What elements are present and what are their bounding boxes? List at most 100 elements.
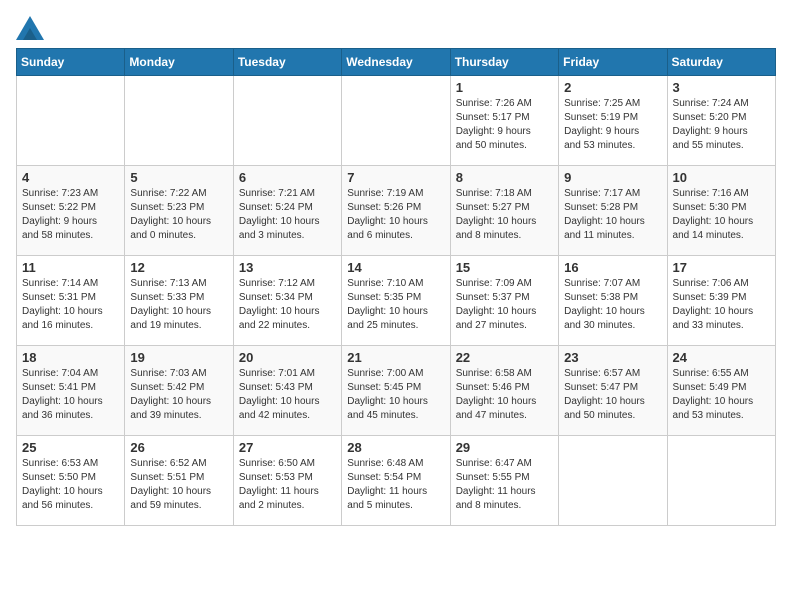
day-info: Sunrise: 7:10 AM Sunset: 5:35 PM Dayligh… xyxy=(347,277,444,333)
calendar-cell: 23 Sunrise: 6:57 AM Sunset: 5:47 PM Dayli… xyxy=(559,346,667,436)
calendar-cell: 8 Sunrise: 7:18 AM Sunset: 5:27 PM Daylig… xyxy=(450,166,558,256)
day-number: 3 xyxy=(673,80,770,95)
day-number: 6 xyxy=(239,170,336,185)
calendar-week-1: 1Sunrise: 7:26 AM Sunset: 5:17 PM Daylig… xyxy=(17,76,776,166)
day-number: 5 xyxy=(130,170,227,185)
calendar-cell xyxy=(342,76,450,166)
day-number: 25 xyxy=(22,440,119,455)
calendar-cell xyxy=(17,76,125,166)
day-info: Sunrise: 6:50 AM Sunset: 5:53 PM Dayligh… xyxy=(239,457,336,513)
calendar-cell: 9 Sunrise: 7:17 AM Sunset: 5:28 PM Daylig… xyxy=(559,166,667,256)
day-number: 24 xyxy=(673,350,770,365)
calendar-cell: 6 Sunrise: 7:21 AM Sunset: 5:24 PM Daylig… xyxy=(233,166,341,256)
calendar-week-4: 18 Sunrise: 7:04 AM Sunset: 5:41 PM Dayli… xyxy=(17,346,776,436)
calendar-cell: 25 Sunrise: 6:53 AM Sunset: 5:50 PM Dayli… xyxy=(17,436,125,526)
calendar-cell: 13 Sunrise: 7:12 AM Sunset: 5:34 PM Dayli… xyxy=(233,256,341,346)
calendar-cell: 20 Sunrise: 7:01 AM Sunset: 5:43 PM Dayli… xyxy=(233,346,341,436)
calendar-week-2: 4 Sunrise: 7:23 AM Sunset: 5:22 PM Daylig… xyxy=(17,166,776,256)
day-number: 27 xyxy=(239,440,336,455)
day-number: 10 xyxy=(673,170,770,185)
calendar-cell: 1Sunrise: 7:26 AM Sunset: 5:17 PM Daylig… xyxy=(450,76,558,166)
calendar-cell: 10 Sunrise: 7:16 AM Sunset: 5:30 PM Dayli… xyxy=(667,166,775,256)
calendar-cell: 7 Sunrise: 7:19 AM Sunset: 5:26 PM Daylig… xyxy=(342,166,450,256)
day-number: 9 xyxy=(564,170,661,185)
day-info: Sunrise: 7:00 AM Sunset: 5:45 PM Dayligh… xyxy=(347,367,444,423)
day-info: Sunrise: 7:03 AM Sunset: 5:42 PM Dayligh… xyxy=(130,367,227,423)
calendar-cell: 19 Sunrise: 7:03 AM Sunset: 5:42 PM Dayli… xyxy=(125,346,233,436)
calendar-cell xyxy=(559,436,667,526)
day-info: Sunrise: 7:06 AM Sunset: 5:39 PM Dayligh… xyxy=(673,277,770,333)
weekday-header-friday: Friday xyxy=(559,49,667,76)
day-number: 13 xyxy=(239,260,336,275)
calendar-cell: 26 Sunrise: 6:52 AM Sunset: 5:51 PM Dayli… xyxy=(125,436,233,526)
weekday-header-saturday: Saturday xyxy=(667,49,775,76)
weekday-header-wednesday: Wednesday xyxy=(342,49,450,76)
calendar-cell xyxy=(233,76,341,166)
day-number: 23 xyxy=(564,350,661,365)
day-info: Sunrise: 7:12 AM Sunset: 5:34 PM Dayligh… xyxy=(239,277,336,333)
calendar-cell: 15 Sunrise: 7:09 AM Sunset: 5:37 PM Dayli… xyxy=(450,256,558,346)
day-info: Sunrise: 7:25 AM Sunset: 5:19 PM Dayligh… xyxy=(564,97,661,153)
day-number: 18 xyxy=(22,350,119,365)
day-info: Sunrise: 6:48 AM Sunset: 5:54 PM Dayligh… xyxy=(347,457,444,513)
day-number: 22 xyxy=(456,350,553,365)
day-info: Sunrise: 7:01 AM Sunset: 5:43 PM Dayligh… xyxy=(239,367,336,423)
day-info: Sunrise: 6:57 AM Sunset: 5:47 PM Dayligh… xyxy=(564,367,661,423)
weekday-header-sunday: Sunday xyxy=(17,49,125,76)
day-number: 16 xyxy=(564,260,661,275)
calendar-cell: 14 Sunrise: 7:10 AM Sunset: 5:35 PM Dayli… xyxy=(342,256,450,346)
day-number: 4 xyxy=(22,170,119,185)
day-info: Sunrise: 7:18 AM Sunset: 5:27 PM Dayligh… xyxy=(456,187,553,243)
day-info: Sunrise: 7:26 AM Sunset: 5:17 PM Dayligh… xyxy=(456,97,553,153)
weekday-header-thursday: Thursday xyxy=(450,49,558,76)
calendar-cell: 16Sunrise: 7:07 AM Sunset: 5:38 PM Dayli… xyxy=(559,256,667,346)
day-info: Sunrise: 7:09 AM Sunset: 5:37 PM Dayligh… xyxy=(456,277,553,333)
day-number: 15 xyxy=(456,260,553,275)
calendar-cell xyxy=(667,436,775,526)
day-info: Sunrise: 7:22 AM Sunset: 5:23 PM Dayligh… xyxy=(130,187,227,243)
calendar-cell: 27 Sunrise: 6:50 AM Sunset: 5:53 PM Dayli… xyxy=(233,436,341,526)
day-number: 12 xyxy=(130,260,227,275)
calendar-week-3: 11 Sunrise: 7:14 AM Sunset: 5:31 PM Dayli… xyxy=(17,256,776,346)
day-info: Sunrise: 6:53 AM Sunset: 5:50 PM Dayligh… xyxy=(22,457,119,513)
calendar-cell: 4 Sunrise: 7:23 AM Sunset: 5:22 PM Daylig… xyxy=(17,166,125,256)
weekday-header-tuesday: Tuesday xyxy=(233,49,341,76)
day-info: Sunrise: 6:55 AM Sunset: 5:49 PM Dayligh… xyxy=(673,367,770,423)
calendar-cell: 18 Sunrise: 7:04 AM Sunset: 5:41 PM Dayli… xyxy=(17,346,125,436)
calendar-cell: 29Sunrise: 6:47 AM Sunset: 5:55 PM Dayli… xyxy=(450,436,558,526)
weekday-header-monday: Monday xyxy=(125,49,233,76)
calendar-cell: 17Sunrise: 7:06 AM Sunset: 5:39 PM Dayli… xyxy=(667,256,775,346)
day-number: 26 xyxy=(130,440,227,455)
calendar-cell: 12 Sunrise: 7:13 AM Sunset: 5:33 PM Dayli… xyxy=(125,256,233,346)
logo-icon xyxy=(16,16,44,40)
day-info: Sunrise: 7:13 AM Sunset: 5:33 PM Dayligh… xyxy=(130,277,227,333)
day-number: 7 xyxy=(347,170,444,185)
day-info: Sunrise: 6:58 AM Sunset: 5:46 PM Dayligh… xyxy=(456,367,553,423)
page-header xyxy=(16,16,776,40)
calendar-cell: 28 Sunrise: 6:48 AM Sunset: 5:54 PM Dayli… xyxy=(342,436,450,526)
day-info: Sunrise: 6:52 AM Sunset: 5:51 PM Dayligh… xyxy=(130,457,227,513)
calendar-week-5: 25 Sunrise: 6:53 AM Sunset: 5:50 PM Dayli… xyxy=(17,436,776,526)
day-number: 20 xyxy=(239,350,336,365)
day-number: 21 xyxy=(347,350,444,365)
day-number: 28 xyxy=(347,440,444,455)
day-info: Sunrise: 7:17 AM Sunset: 5:28 PM Dayligh… xyxy=(564,187,661,243)
calendar-cell: 5 Sunrise: 7:22 AM Sunset: 5:23 PM Daylig… xyxy=(125,166,233,256)
day-info: Sunrise: 7:19 AM Sunset: 5:26 PM Dayligh… xyxy=(347,187,444,243)
calendar-cell: 2Sunrise: 7:25 AM Sunset: 5:19 PM Daylig… xyxy=(559,76,667,166)
day-info: Sunrise: 7:04 AM Sunset: 5:41 PM Dayligh… xyxy=(22,367,119,423)
day-info: Sunrise: 7:23 AM Sunset: 5:22 PM Dayligh… xyxy=(22,187,119,243)
calendar-cell xyxy=(125,76,233,166)
logo xyxy=(16,16,48,40)
calendar-cell: 22 Sunrise: 6:58 AM Sunset: 5:46 PM Dayli… xyxy=(450,346,558,436)
day-number: 8 xyxy=(456,170,553,185)
day-info: Sunrise: 7:16 AM Sunset: 5:30 PM Dayligh… xyxy=(673,187,770,243)
day-number: 29 xyxy=(456,440,553,455)
day-info: Sunrise: 7:14 AM Sunset: 5:31 PM Dayligh… xyxy=(22,277,119,333)
day-info: Sunrise: 7:24 AM Sunset: 5:20 PM Dayligh… xyxy=(673,97,770,153)
day-info: Sunrise: 7:21 AM Sunset: 5:24 PM Dayligh… xyxy=(239,187,336,243)
day-number: 14 xyxy=(347,260,444,275)
day-number: 11 xyxy=(22,260,119,275)
weekday-header-row: SundayMondayTuesdayWednesdayThursdayFrid… xyxy=(17,49,776,76)
day-number: 19 xyxy=(130,350,227,365)
